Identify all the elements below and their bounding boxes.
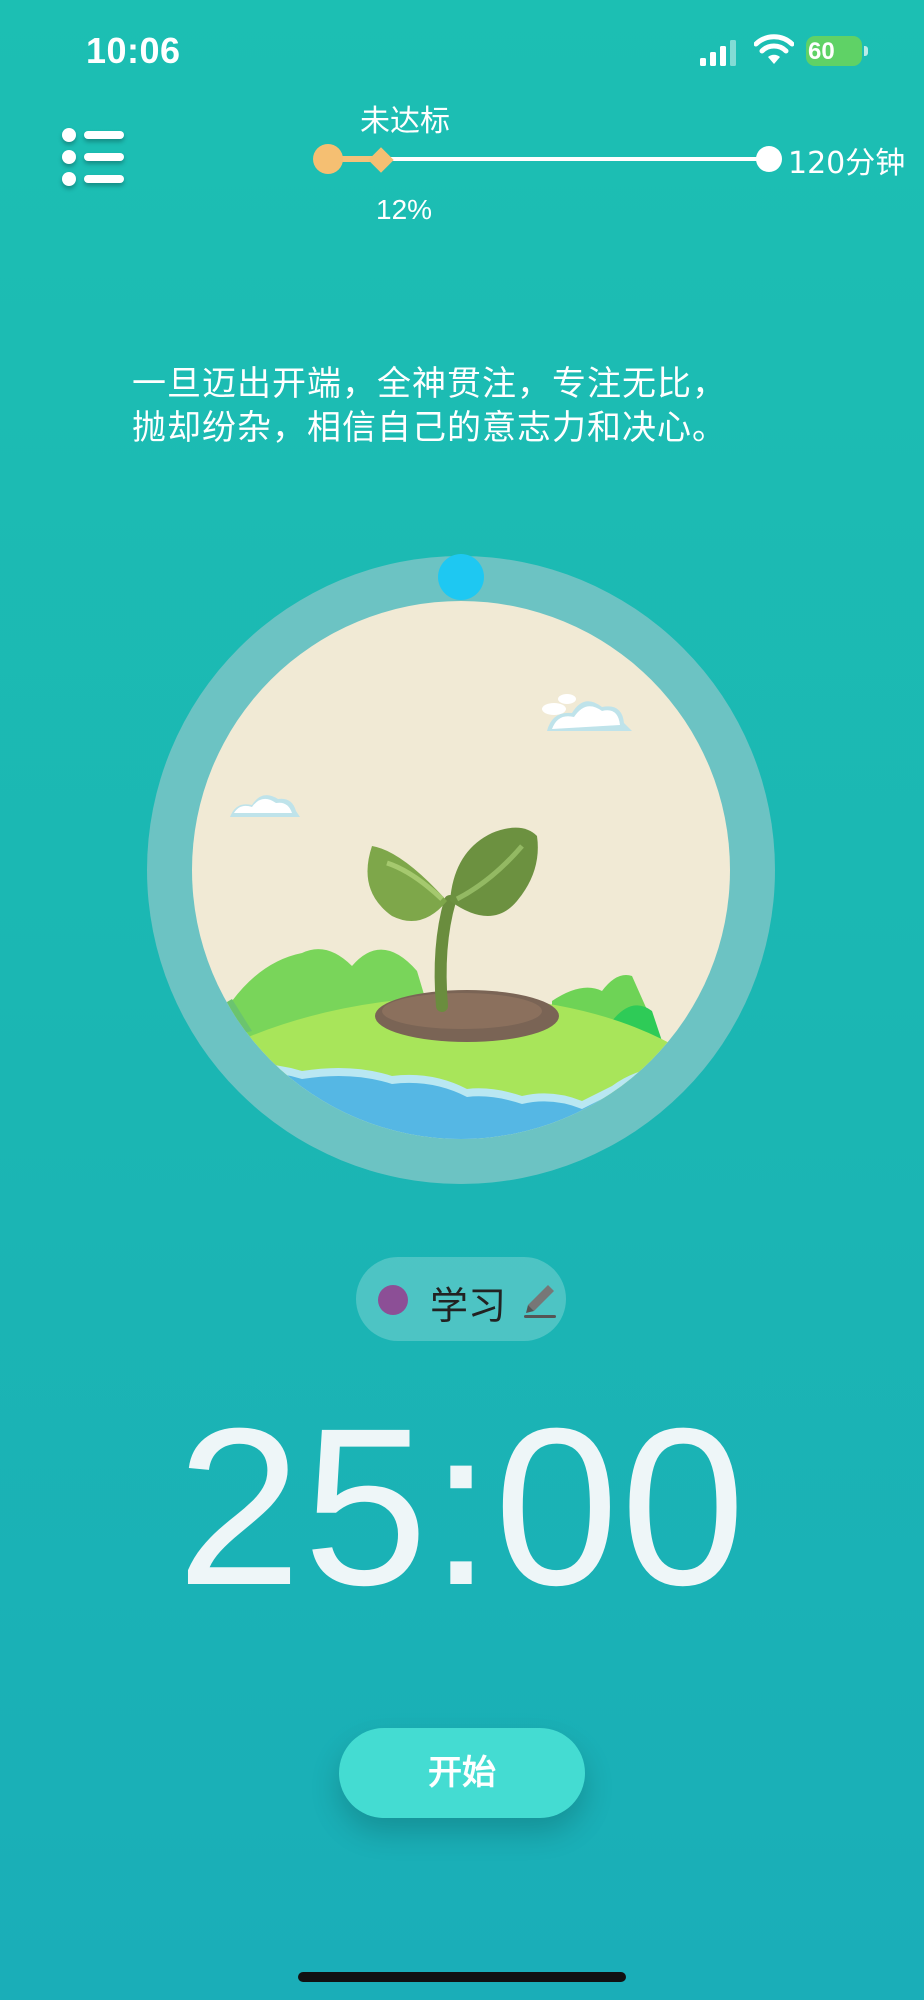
timer-ring-knob[interactable] xyxy=(438,554,484,600)
goal-max-label: 120分钟 xyxy=(788,146,906,181)
cloud-icon xyxy=(230,795,300,817)
pencil-icon[interactable] xyxy=(520,1275,560,1319)
status-time: 10:06 xyxy=(86,30,181,71)
tag-label: 学习 xyxy=(430,1284,507,1328)
goal-status-label: 未达标 xyxy=(360,104,450,139)
quote-line-2: 抛却纷杂，相信自己的意志力和决心。 xyxy=(132,408,727,448)
goal-percent-label: 12% xyxy=(376,194,433,225)
battery-tip xyxy=(864,46,868,56)
goal-end-dot xyxy=(756,146,782,172)
goal-progress-track xyxy=(328,157,768,161)
cloud-icon xyxy=(542,694,632,731)
signal-icon xyxy=(700,40,736,66)
goal-start-dot xyxy=(313,144,343,174)
list-menu-button[interactable] xyxy=(52,118,132,198)
start-button[interactable]: 开始 xyxy=(339,1728,585,1818)
quote-line-1: 一旦迈出开端，全神贯注，专注无比， xyxy=(132,364,727,404)
countdown-timer: 25:00 xyxy=(176,1382,748,1632)
goal-progress-marker xyxy=(368,147,394,173)
tag-selector[interactable]: 学习 xyxy=(356,1257,566,1341)
tag-color-dot xyxy=(378,1285,408,1315)
battery-percent: 60 xyxy=(808,38,835,65)
wifi-icon xyxy=(754,34,794,64)
status-bar: 10:06 60 xyxy=(0,0,924,110)
motivational-quote: 一旦迈出开端，全神贯注，专注无比， 抛却纷杂，相信自己的意志力和决心。 xyxy=(132,362,832,450)
sprout-plant-illustration xyxy=(192,601,730,1139)
home-indicator xyxy=(298,1972,626,1982)
